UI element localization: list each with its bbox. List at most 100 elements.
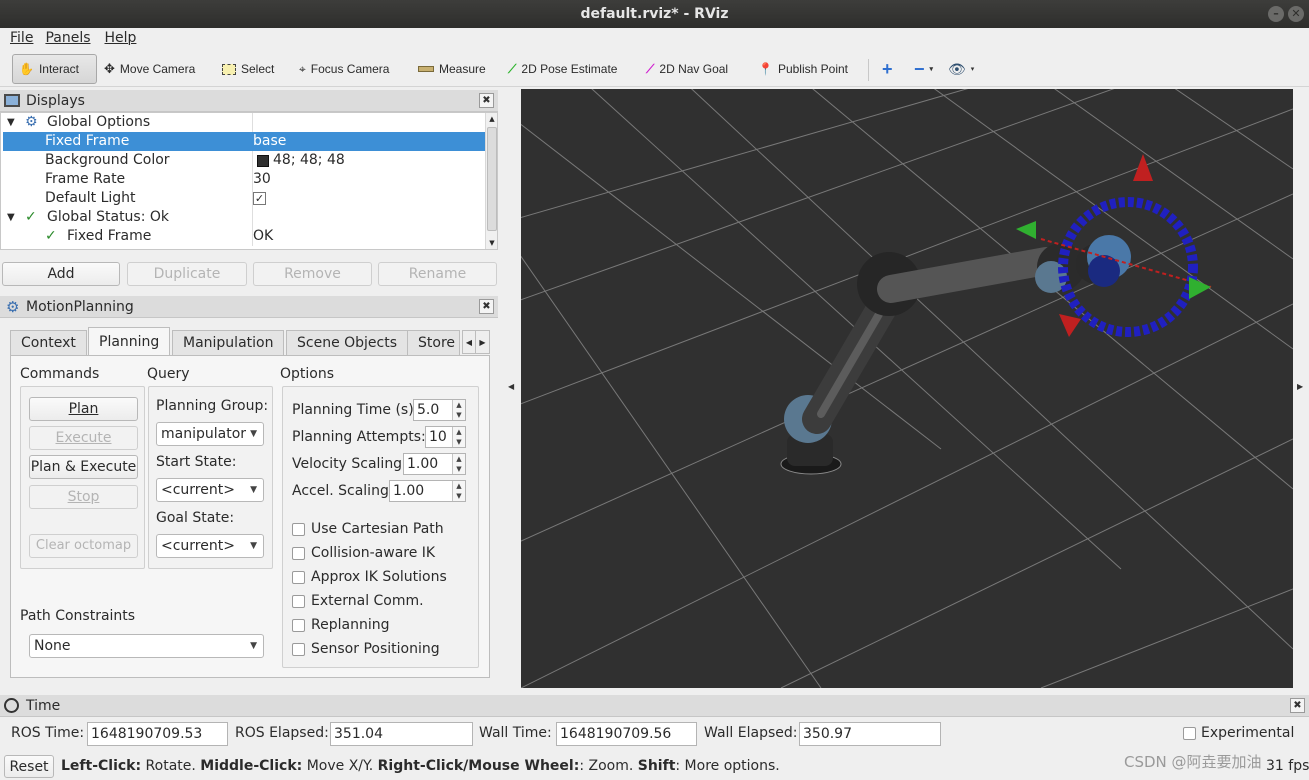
tab-scroll-left-icon[interactable]: ◀: [462, 330, 476, 354]
planning-attempts-spinbox[interactable]: 10 ▲ ▼: [425, 426, 466, 448]
tab-scene-objects[interactable]: Scene Objects: [286, 330, 409, 356]
nav-goal-label: 2D Nav Goal: [659, 62, 729, 76]
sensor-positioning-checkbox[interactable]: [292, 643, 305, 656]
replanning-checkbox[interactable]: [292, 619, 305, 632]
start-state-label: Start State:: [156, 454, 237, 470]
goal-state-select[interactable]: <current> ▼: [156, 534, 264, 558]
frame-rate-value[interactable]: 30: [253, 170, 271, 189]
collision-aware-ik-checkbox[interactable]: [292, 547, 305, 560]
scroll-up-icon[interactable]: ▲: [486, 113, 497, 125]
remove-tool-icon[interactable]: − ▾: [908, 54, 939, 84]
execute-button[interactable]: Execute: [29, 426, 138, 450]
planning-group-select[interactable]: manipulator ▼: [156, 422, 264, 446]
tree-row-global-options[interactable]: ▼ ⚙ Global Options: [3, 113, 485, 132]
magenta-arrow-icon: ⟋: [646, 61, 655, 76]
hand-icon: ✋: [19, 62, 34, 76]
collapse-right-icon[interactable]: ▶: [1297, 382, 1303, 391]
start-state-select[interactable]: <current> ▼: [156, 478, 264, 502]
tree-row-background-color[interactable]: Background Color 48; 48; 48: [3, 151, 485, 170]
tree-row-global-status[interactable]: ▼ ✓ Global Status: Ok: [3, 208, 485, 227]
add-display-button[interactable]: Add: [2, 262, 120, 286]
motion-planning-icon: ⚙: [6, 298, 20, 316]
tree-label: Fixed Frame: [67, 228, 152, 244]
tab-context[interactable]: Context: [10, 330, 87, 356]
pose-estimate-tool[interactable]: ⟋ 2D Pose Estimate: [502, 54, 623, 84]
plan-and-execute-button[interactable]: Plan & Execute: [29, 455, 138, 479]
experimental-checkbox[interactable]: [1183, 727, 1196, 740]
measure-label: Measure: [439, 62, 486, 76]
measure-tool[interactable]: Measure: [412, 54, 492, 84]
move-camera-label: Move Camera: [119, 62, 196, 76]
help-text: Left-Click: Rotate. Middle-Click: Move X…: [61, 758, 780, 774]
tree-row-fixed-frame[interactable]: Fixed Frame base: [3, 132, 485, 151]
wall-elapsed-field[interactable]: 350.97: [799, 722, 941, 746]
external-comm-checkbox[interactable]: [292, 595, 305, 608]
chevron-down-icon: ▼: [250, 429, 257, 439]
collapse-arrow-icon: ▼: [7, 212, 15, 223]
scroll-thumb[interactable]: [487, 127, 497, 231]
displays-close-button[interactable]: ✖: [479, 93, 494, 108]
tree-row-status-fixed-frame[interactable]: ✓ Fixed Frame OK: [3, 227, 485, 246]
wall-time-field[interactable]: 1648190709.56: [556, 722, 697, 746]
add-tool-icon[interactable]: +: [876, 54, 899, 84]
menu-panels[interactable]: Panels: [41, 28, 98, 50]
accel-scaling-spinbox[interactable]: 1.00 ▲ ▼: [389, 480, 466, 502]
clock-icon: [4, 698, 19, 713]
ros-time-field[interactable]: 1648190709.53: [87, 722, 228, 746]
motion-planning-close-button[interactable]: ✖: [479, 299, 494, 314]
planning-time-spinbox[interactable]: 5.0 ▲ ▼: [413, 399, 466, 421]
nav-goal-tool[interactable]: ⟋ 2D Nav Goal: [640, 54, 734, 84]
displays-scrollbar[interactable]: ▲ ▼: [485, 113, 497, 249]
approx-ik-checkbox[interactable]: [292, 571, 305, 584]
tree-row-frame-rate[interactable]: Frame Rate 30: [3, 170, 485, 189]
tree-label: Default Light: [45, 190, 136, 206]
select-tool[interactable]: Select: [216, 54, 280, 84]
remove-button[interactable]: Remove: [253, 262, 372, 286]
focus-camera-tool[interactable]: ⌖ Focus Camera: [293, 54, 395, 84]
minimize-button[interactable]: –: [1268, 6, 1284, 22]
title-bar: default.rviz* - RViz – ✕: [0, 0, 1309, 28]
publish-point-tool[interactable]: 📍 Publish Point: [752, 54, 854, 84]
path-constraints-select[interactable]: None ▼: [29, 634, 264, 658]
collapse-left-icon[interactable]: ◀: [508, 382, 514, 391]
displays-header: Displays ✖: [0, 90, 498, 112]
move-camera-tool[interactable]: ✥ Move Camera: [98, 54, 201, 84]
duplicate-button[interactable]: Duplicate: [127, 262, 247, 286]
time-close-button[interactable]: ✖: [1290, 698, 1305, 713]
menu-file[interactable]: File: [0, 28, 41, 50]
eye-icon[interactable]: 👁 ▾: [942, 54, 980, 84]
plan-button[interactable]: Plan: [29, 397, 138, 421]
ros-elapsed-field[interactable]: 351.04: [330, 722, 473, 746]
spin-arrows-icon: ▲ ▼: [452, 454, 465, 474]
motion-planning-header: ⚙ MotionPlanning ✖: [0, 296, 498, 318]
3d-viewport[interactable]: [521, 89, 1293, 688]
rename-button[interactable]: Rename: [378, 262, 497, 286]
clear-octomap-button[interactable]: Clear octomap: [29, 534, 138, 558]
reset-button[interactable]: Reset: [4, 755, 54, 778]
grid-and-robot-render[interactable]: [521, 89, 1293, 688]
external-comm-label: External Comm.: [311, 593, 424, 609]
color-swatch[interactable]: [257, 155, 269, 167]
ros-time-label: ROS Time:: [11, 725, 85, 741]
menu-help[interactable]: Help: [99, 28, 145, 50]
tab-manipulation[interactable]: Manipulation: [172, 330, 285, 356]
motion-planning-title: MotionPlanning: [26, 299, 134, 315]
tree-label: Global Options: [47, 114, 151, 130]
tree-label: Global Status: Ok: [47, 209, 170, 225]
interact-tool[interactable]: ✋ Interact: [12, 54, 97, 84]
velocity-scaling-spinbox[interactable]: 1.00 ▲ ▼: [403, 453, 466, 475]
stop-button[interactable]: Stop: [29, 485, 138, 509]
tab-stored[interactable]: Store: [407, 330, 460, 356]
cartesian-path-checkbox[interactable]: [292, 523, 305, 536]
tree-row-default-light[interactable]: Default Light ✓: [3, 189, 485, 208]
fixed-frame-value[interactable]: base: [253, 132, 286, 151]
checkmark-icon: ✓: [25, 209, 37, 225]
close-window-button[interactable]: ✕: [1288, 6, 1304, 22]
background-color-value[interactable]: 48; 48; 48: [273, 151, 345, 170]
default-light-checkbox[interactable]: ✓: [253, 192, 266, 205]
scroll-down-icon[interactable]: ▼: [486, 237, 497, 249]
tab-planning[interactable]: Planning: [88, 327, 171, 356]
tab-scroll-right-icon[interactable]: ▶: [475, 330, 490, 354]
planning-attempts-label: Planning Attempts:: [292, 429, 426, 445]
wall-time-label: Wall Time:: [479, 725, 552, 741]
